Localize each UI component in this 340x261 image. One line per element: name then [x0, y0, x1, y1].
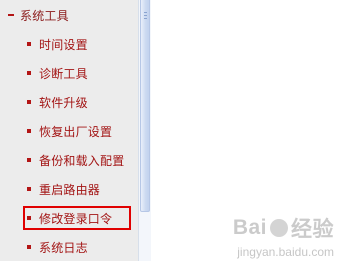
collapse-minus-icon — [8, 14, 14, 16]
bullet-icon — [27, 129, 31, 133]
sidebar-item-label: 恢复出厂设置 — [39, 124, 113, 139]
sidebar-item-label: 系统日志 — [39, 240, 88, 255]
sidebar-item-backup-restore[interactable]: 备份和载入配置 — [27, 150, 124, 170]
sidebar-menu: 系统工具 时间设置 诊断工具 软件升级 恢复出厂设置 备份和载入配置 重启路由器… — [0, 0, 138, 261]
grip-icon — [144, 18, 147, 19]
bullet-icon — [27, 42, 31, 46]
watermark-brand-left: Bai — [232, 216, 267, 239]
sidebar-item-label: 时间设置 — [39, 37, 88, 52]
scrollbar-thumb[interactable] — [140, 0, 150, 212]
bullet-icon — [27, 187, 31, 191]
main-content-area: Bai 经验 jingyan.baidu.com — [151, 0, 340, 261]
bullet-icon — [27, 100, 31, 104]
watermark-brand-right: 经验 — [291, 218, 334, 241]
sidebar-item-label: 软件升级 — [39, 95, 88, 110]
sidebar-scrollbar[interactable] — [138, 0, 151, 261]
sidebar-item-software-upgrade[interactable]: 软件升级 — [27, 92, 88, 112]
sidebar-item-reboot-router[interactable]: 重启路由器 — [27, 179, 100, 199]
paw-icon — [270, 219, 288, 237]
watermark-url: jingyan.baidu.com — [237, 245, 334, 259]
bullet-icon — [27, 71, 31, 75]
sidebar-section-label: 系统工具 — [20, 8, 69, 23]
sidebar-item-label: 重启路由器 — [39, 182, 101, 197]
sidebar-item-label: 备份和载入配置 — [39, 153, 125, 168]
grip-icon — [144, 15, 147, 16]
sidebar-item-diagnostic-tools[interactable]: 诊断工具 — [27, 63, 88, 83]
sidebar-item-label: 诊断工具 — [39, 66, 88, 81]
sidebar-item-system-log[interactable]: 系统日志 — [27, 237, 88, 257]
sidebar-item-time-settings[interactable]: 时间设置 — [27, 34, 88, 54]
bullet-icon — [27, 158, 31, 162]
highlight-box — [23, 206, 131, 230]
sidebar-section-system-tools[interactable]: 系统工具 — [8, 5, 69, 25]
grip-icon — [144, 12, 147, 13]
baidu-watermark: Bai 经验 — [233, 213, 334, 243]
bullet-icon — [27, 245, 31, 249]
sidebar-item-factory-reset[interactable]: 恢复出厂设置 — [27, 121, 112, 141]
